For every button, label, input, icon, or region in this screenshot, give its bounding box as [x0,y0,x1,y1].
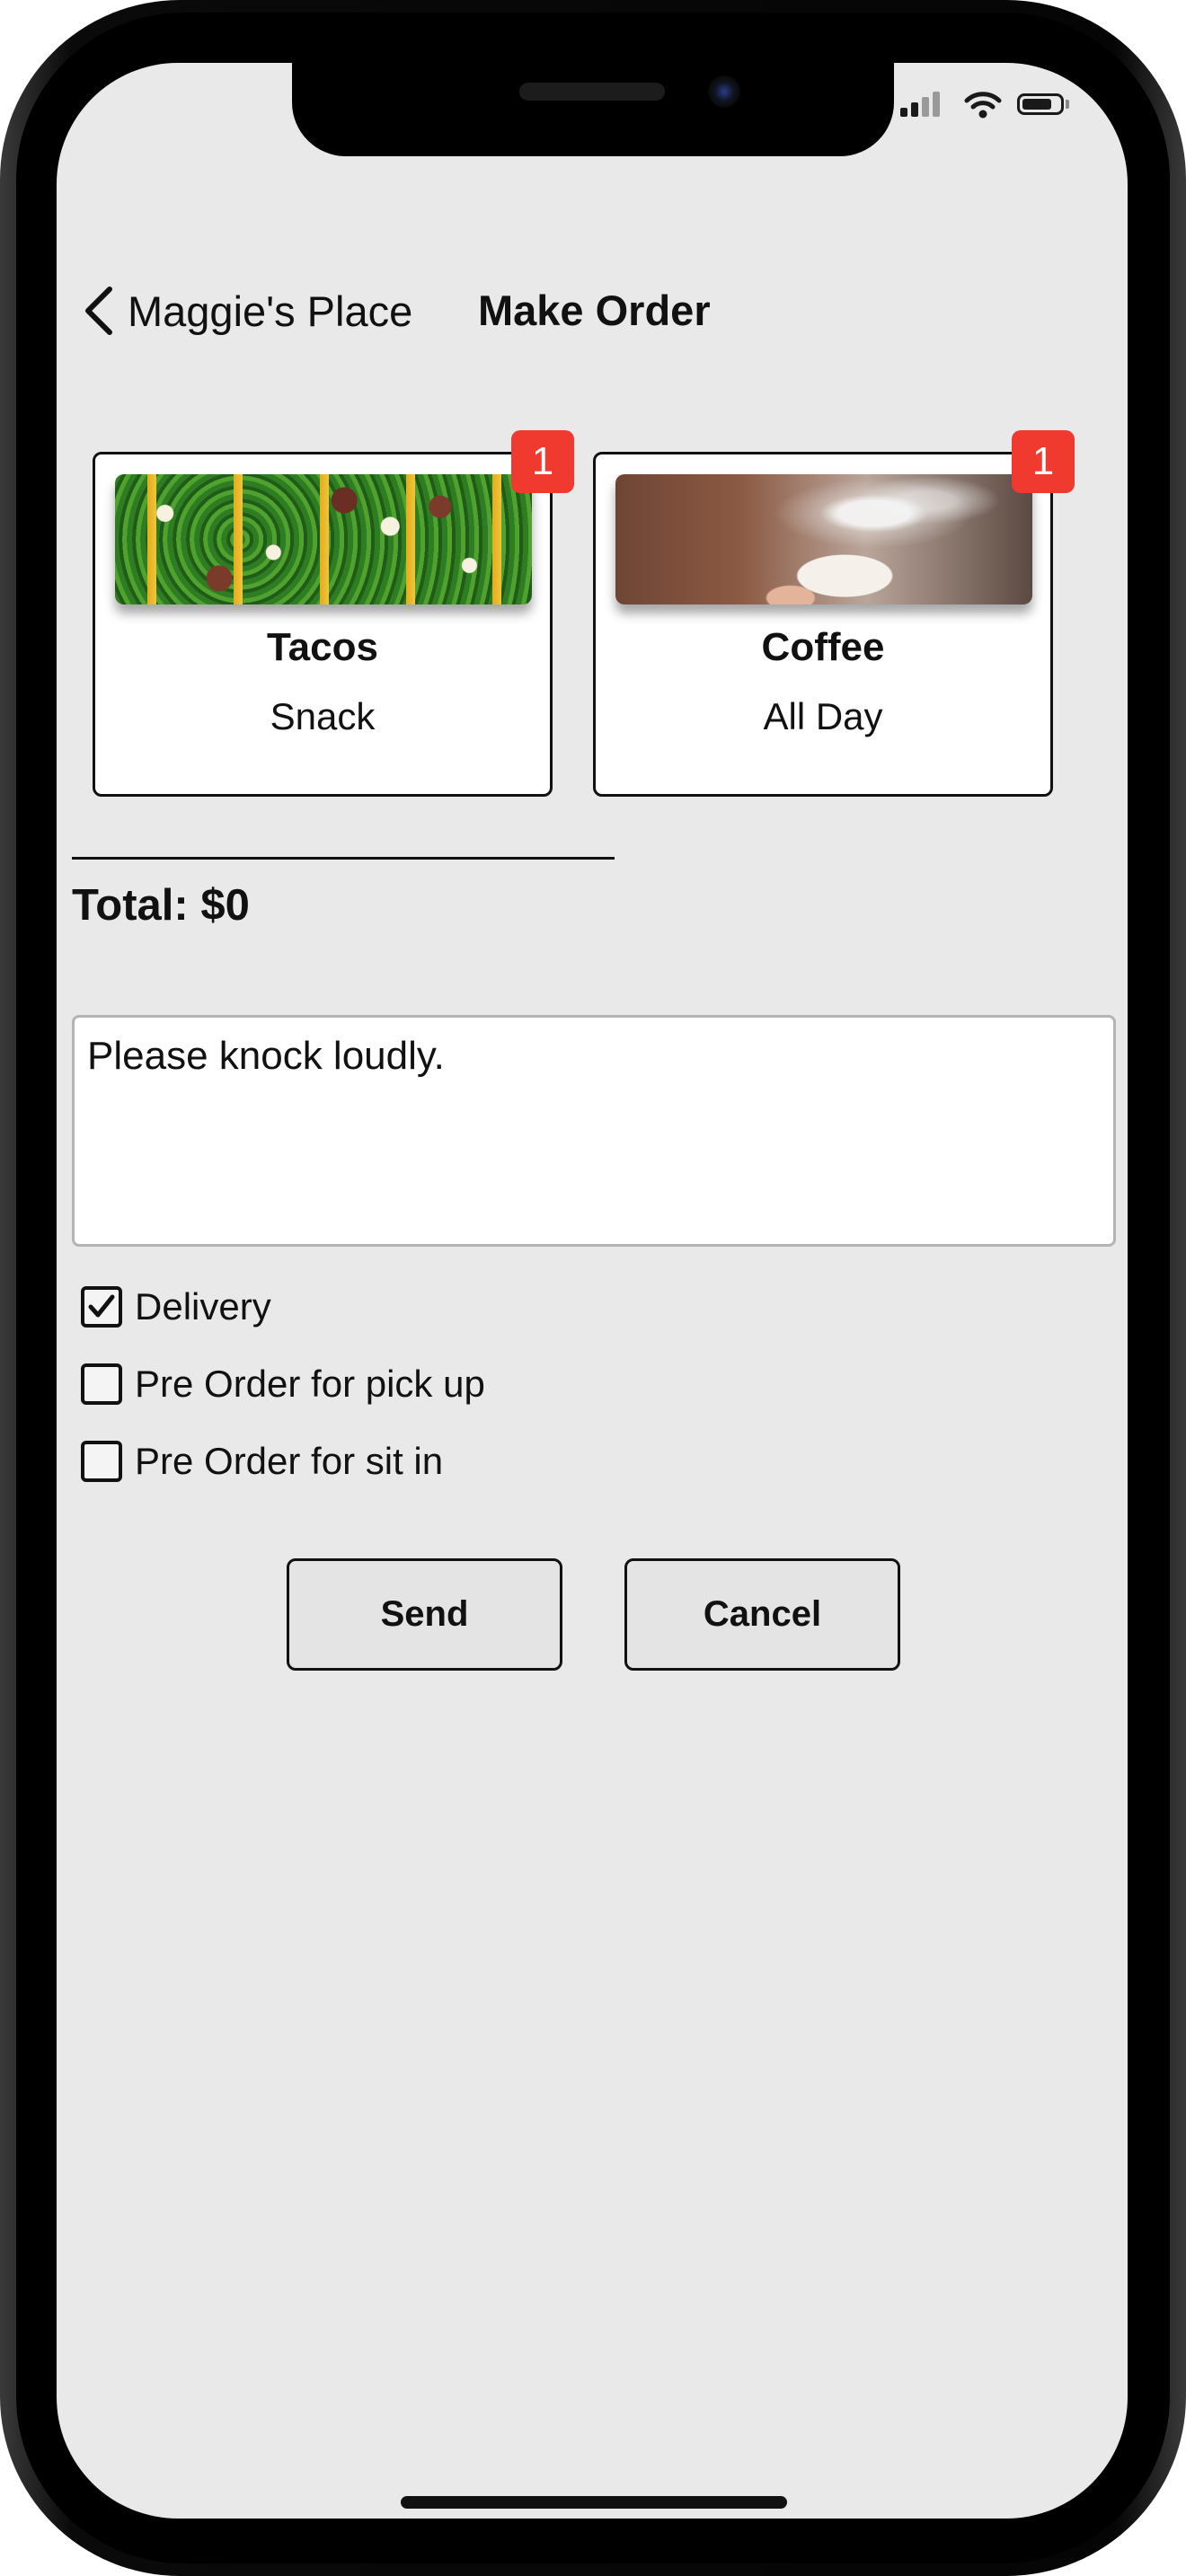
order-notes-input[interactable]: Please knock loudly. [72,1015,1116,1247]
checkmark-icon [88,1294,115,1318]
quantity-badge: 1 [1012,430,1075,493]
pre-order-pick-up-checkbox[interactable] [81,1363,122,1405]
page-title: Make Order [478,287,711,334]
home-indicator[interactable] [401,2496,787,2509]
item-name: Coffee [761,625,885,669]
order-total: Total: $0 [72,881,250,930]
battery-icon [1017,93,1064,115]
tacos-photo [115,474,532,604]
option-pre-order-pick-up[interactable]: Pre Order for pick up [81,1362,485,1407]
option-label: Pre Order for sit in [135,1440,444,1482]
wifi-icon [964,92,1002,119]
item-card-coffee[interactable]: 1 Coffee All Day [593,430,1075,797]
cancel-button[interactable]: Cancel [624,1558,900,1671]
option-label: Pre Order for pick up [135,1363,485,1405]
back-button[interactable]: Maggie's Place [77,275,412,347]
item-card-tacos[interactable]: 1 Tacos Snack [93,430,574,797]
item-category: Snack [270,695,376,737]
coffee-photo [615,474,1032,604]
option-delivery[interactable]: Delivery [81,1284,271,1329]
battery-cap [1066,100,1069,109]
notch [292,63,894,156]
item-category: All Day [763,695,883,737]
earpiece-speaker [519,83,665,101]
option-label: Delivery [135,1285,271,1328]
status-bar [898,88,1078,124]
pre-order-sit-in-checkbox[interactable] [81,1441,122,1482]
total-divider [72,857,615,860]
delivery-checkbox[interactable] [81,1286,122,1328]
front-camera [708,75,740,108]
quantity-badge: 1 [511,430,574,493]
back-label: Maggie's Place [128,287,413,335]
item-name: Tacos [267,625,378,669]
option-pre-order-sit-in[interactable]: Pre Order for sit in [81,1439,443,1484]
send-button[interactable]: Send [287,1558,562,1671]
chevron-left-icon [85,287,112,335]
